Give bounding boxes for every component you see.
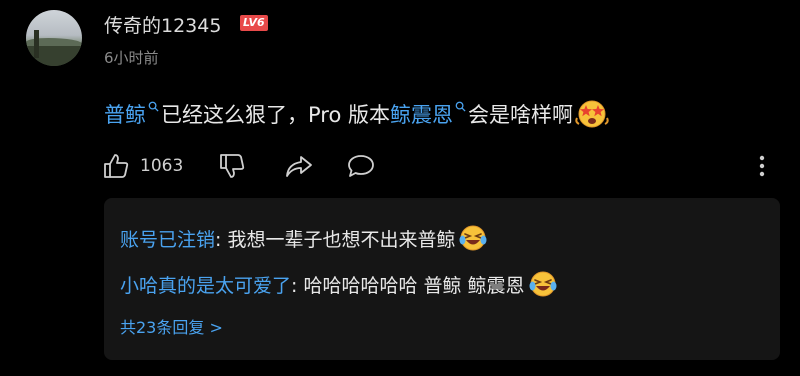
- avatar[interactable]: [26, 10, 82, 66]
- keyword-link-1[interactable]: 普鲸: [104, 103, 146, 127]
- reply-button[interactable]: [346, 148, 376, 184]
- view-all-replies-link[interactable]: 共23条回复 >: [120, 314, 223, 338]
- reply-text: 哈哈哈哈哈哈 普鲸 鲸震恩: [303, 275, 525, 297]
- comment-bubble-icon: [348, 155, 374, 177]
- star-eyes-face-icon: [575, 100, 609, 128]
- like-button[interactable]: 1063: [102, 148, 183, 184]
- share-arrow-icon: [286, 156, 312, 177]
- avatar-tree: [34, 30, 39, 58]
- comment-text-part2: 会是啥样啊: [468, 103, 573, 127]
- reply-separator: :: [291, 275, 304, 297]
- comment-text-part1: 已经这么狠了，Pro 版本: [161, 103, 390, 127]
- level-badge: LV6: [240, 15, 268, 31]
- search-icon[interactable]: [455, 101, 466, 112]
- comment-text: 普鲸 已经这么狠了，Pro 版本鲸震恩 会是啥样啊: [104, 96, 609, 130]
- thumbs-down-icon: [220, 154, 245, 178]
- search-icon[interactable]: [148, 101, 159, 112]
- share-button[interactable]: [284, 148, 314, 184]
- laughing-tears-face-icon: [529, 271, 557, 297]
- action-bar: 1063: [102, 148, 782, 184]
- laughing-tears-face-icon: [459, 225, 487, 251]
- reply-author[interactable]: 小哈真的是太可爱了: [120, 275, 291, 297]
- reply-text: 我想一辈子也想不出来普鲸: [227, 229, 456, 251]
- keyword-link-2[interactable]: 鲸震恩: [390, 103, 453, 127]
- reply-separator: :: [215, 229, 228, 251]
- reply-author[interactable]: 账号已注销: [120, 229, 215, 251]
- more-options-button[interactable]: [754, 148, 770, 184]
- replies-panel: 账号已注销: 我想一辈子也想不出来普鲸 小哈真的是太可爱了: 哈哈哈哈哈哈 普鲸…: [104, 198, 780, 360]
- dislike-button[interactable]: [218, 148, 246, 184]
- comment-time: 6小时前: [104, 49, 159, 67]
- reply-item[interactable]: 小哈真的是太可爱了: 哈哈哈哈哈哈 普鲸 鲸震恩: [120, 270, 557, 301]
- more-vertical-icon: [759, 155, 765, 177]
- username[interactable]: 传奇的12345: [104, 11, 221, 38]
- thumbs-up-icon: [104, 154, 129, 178]
- like-count: 1063: [140, 156, 184, 176]
- reply-item[interactable]: 账号已注销: 我想一辈子也想不出来普鲸: [120, 224, 487, 255]
